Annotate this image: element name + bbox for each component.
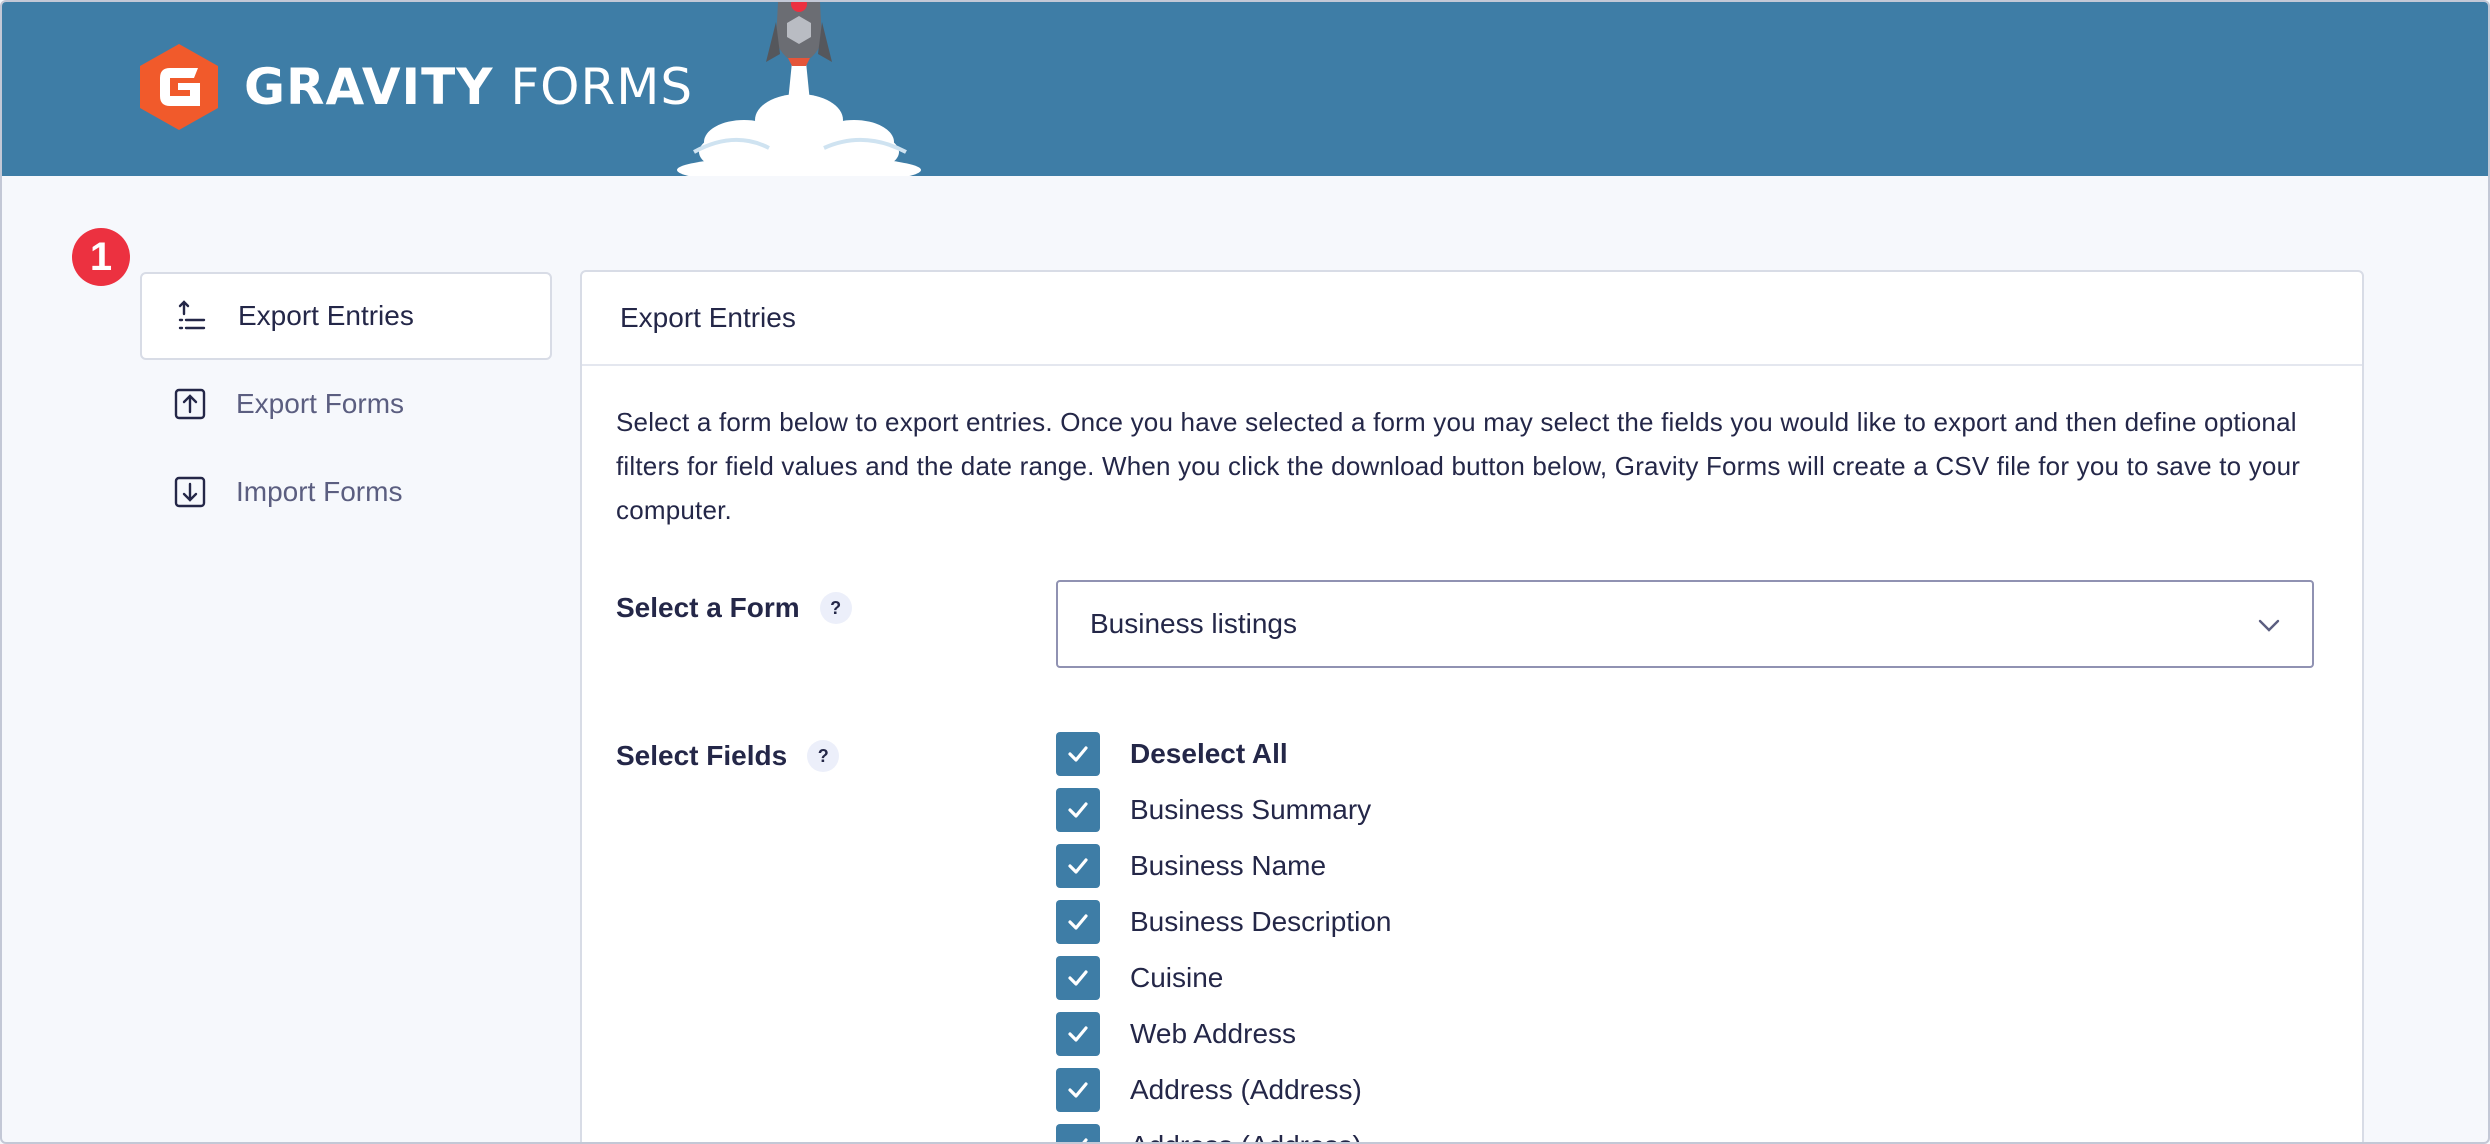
checkbox-checked[interactable]	[1056, 844, 1100, 888]
form-select-value: Business listings	[1090, 608, 1297, 639]
field-checkbox-row[interactable]: Address (Address)	[1056, 1118, 1391, 1142]
sidebar-item-label: Import Forms	[236, 476, 403, 507]
gravity-forms-logo: GRAVITY FORMS	[136, 42, 693, 132]
sidebar-item-export-entries[interactable]: Export Entries	[140, 272, 552, 360]
sidebar-item-label: Export Entries	[238, 300, 414, 331]
deselect-all-checkbox-row[interactable]: Deselect All	[1056, 726, 1391, 782]
select-fields-label: Select Fields ?	[616, 740, 840, 772]
form-select-dropdown[interactable]: Business listings	[1056, 580, 2314, 668]
field-checkbox-row[interactable]: Business Name	[1056, 838, 1391, 894]
select-form-label-text: Select a Form	[616, 592, 800, 623]
checkmark-icon	[1082, 1138, 1088, 1142]
field-checkbox-row[interactable]: Cuisine	[1056, 950, 1391, 1006]
brand-name: GRAVITY FORMS	[244, 58, 693, 116]
import-forms-icon	[174, 476, 206, 508]
help-icon[interactable]: ?	[819, 592, 852, 624]
checkmark-icon	[1068, 1026, 1088, 1042]
panel-intro-text: Select a form below to export entries. O…	[616, 407, 2301, 525]
app-frame: GRAVITY FORMS 1 2 3	[0, 0, 2490, 1144]
chevron-down-icon	[2258, 619, 2280, 632]
checkmark-icon	[1068, 802, 1088, 818]
checkbox-checked[interactable]	[1056, 732, 1100, 776]
export-forms-icon	[174, 388, 206, 420]
checkmark-icon	[1068, 970, 1088, 986]
field-checkbox-row[interactable]: Business Summary	[1056, 782, 1391, 838]
checkbox-checked[interactable]	[1056, 1068, 1100, 1112]
checkbox-label: Business Name	[1130, 850, 1327, 881]
checkmark-icon	[1068, 746, 1088, 762]
field-checkbox-row[interactable]: Web Address	[1056, 1006, 1391, 1062]
checkbox-label: Address (Address)	[1130, 1074, 1362, 1105]
gravity-forms-logo-icon	[140, 44, 218, 130]
rocket-illustration-icon	[677, 2, 921, 176]
brand-name-light: FORMS	[510, 58, 694, 116]
export-entries-icon	[178, 300, 206, 330]
checkmark-icon	[1068, 914, 1088, 930]
help-icon[interactable]: ?	[807, 740, 840, 772]
field-checkbox-row[interactable]: Business Description	[1056, 894, 1391, 950]
select-fields-label-text: Select Fields	[616, 740, 788, 771]
checkbox-checked[interactable]	[1056, 788, 1100, 832]
export-entries-panel: Export Entries Select a form below to ex…	[580, 270, 2364, 1142]
field-checkbox-row[interactable]: Address (Address)	[1056, 1062, 1391, 1118]
checkbox-checked[interactable]	[1056, 900, 1100, 944]
checkbox-label: Cuisine	[1130, 962, 1224, 993]
brand-name-bold: GRAVITY	[244, 58, 494, 116]
step-badge-1: 1	[72, 228, 130, 286]
checkbox-checked[interactable]	[1056, 1012, 1100, 1056]
checkmark-icon	[1068, 858, 1088, 874]
checkbox-label: Deselect All	[1130, 738, 1288, 769]
field-checkbox-list: Deselect All Business Summary Business N…	[1056, 726, 1391, 1142]
checkbox-label: Business Description	[1130, 906, 1392, 937]
sidebar-nav: Export Entries Export Forms Import Forms	[140, 272, 552, 536]
checkbox-checked[interactable]	[1056, 956, 1100, 1000]
checkbox-label: Business Summary	[1130, 794, 1372, 825]
sidebar-item-label: Export Forms	[236, 388, 405, 419]
select-form-label: Select a Form ?	[616, 592, 852, 624]
header-banner: GRAVITY FORMS	[2, 2, 2488, 176]
checkmark-icon	[1068, 1082, 1088, 1098]
sidebar-item-export-forms[interactable]: Export Forms	[140, 360, 552, 448]
sidebar-item-import-forms[interactable]: Import Forms	[140, 448, 552, 536]
panel-title: Export Entries	[582, 272, 2362, 366]
checkbox-checked[interactable]	[1056, 1124, 1100, 1142]
checkbox-label: Web Address	[1130, 1018, 1297, 1049]
checkbox-label: Address (Address)	[1130, 1130, 1362, 1142]
